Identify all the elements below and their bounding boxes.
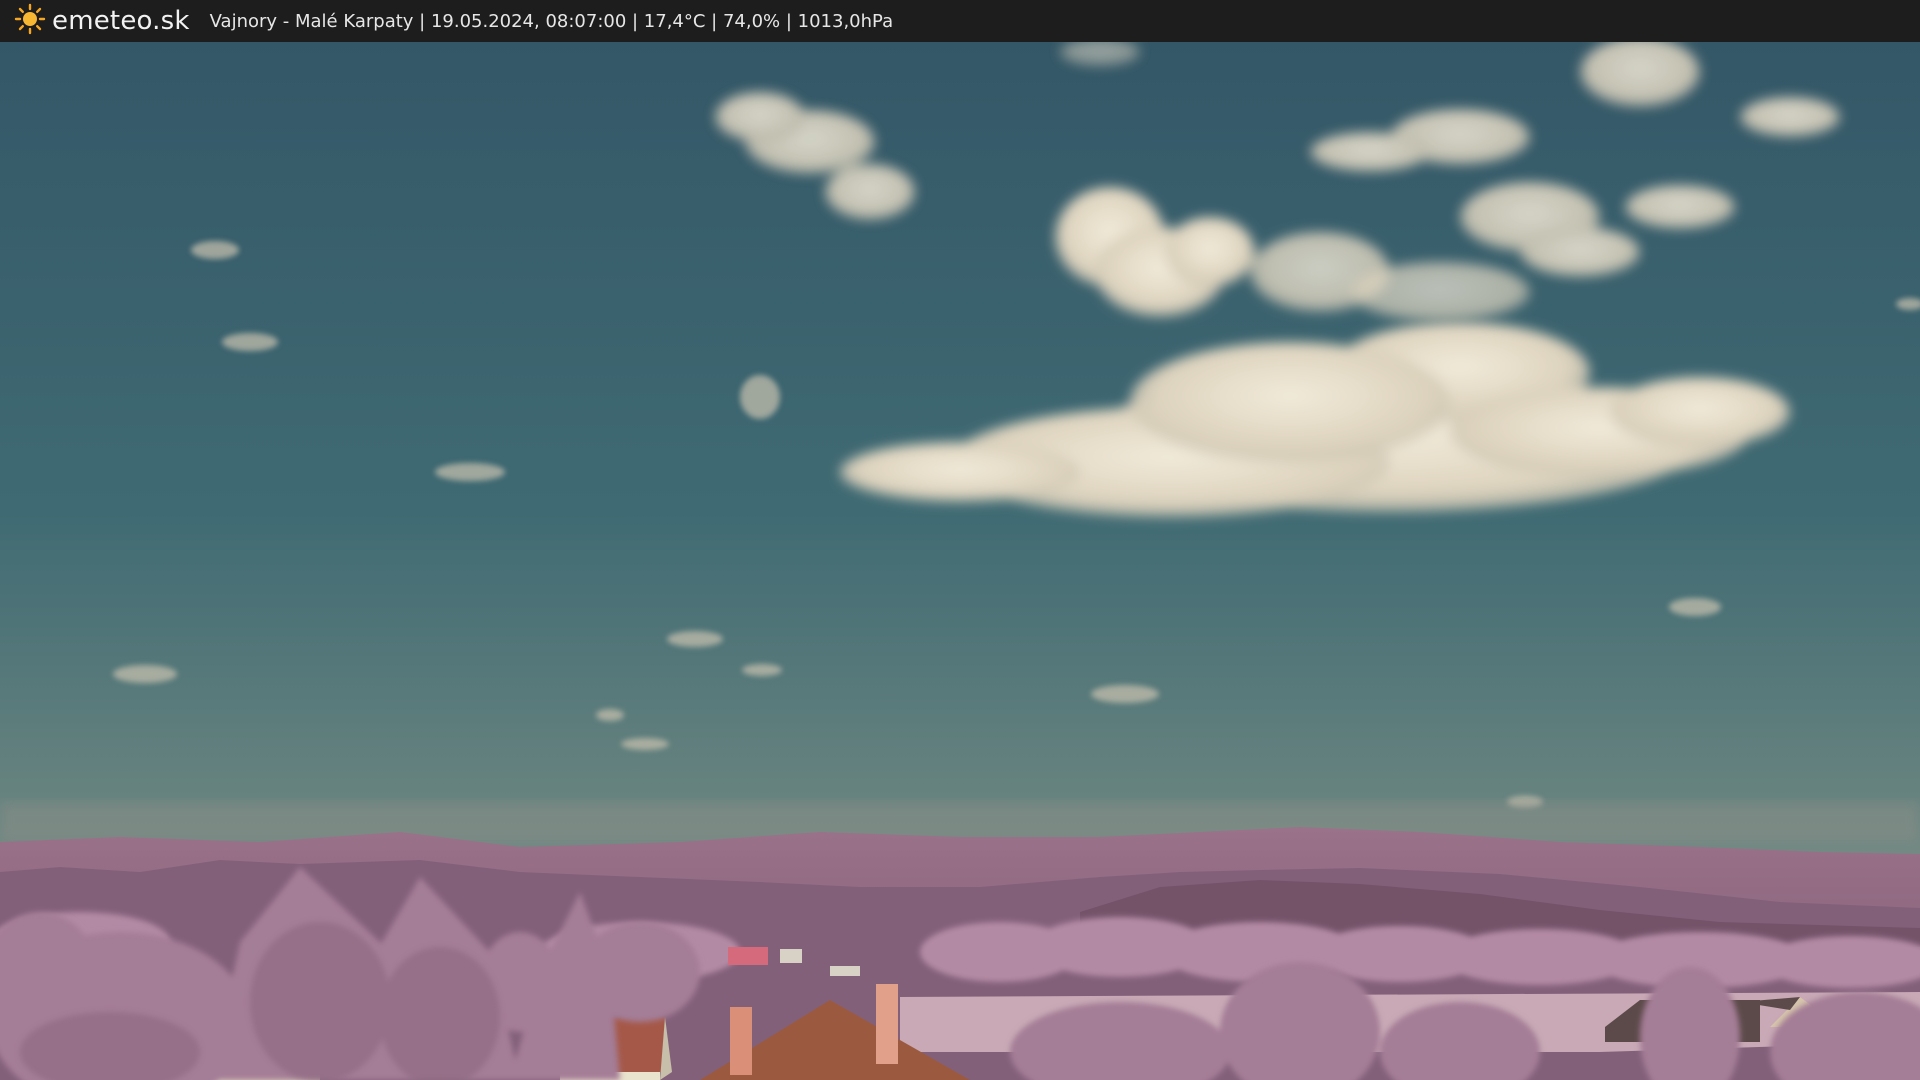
sun-icon <box>14 3 46 39</box>
brand-name: emeteo.sk <box>52 6 190 36</box>
distant-building <box>728 947 768 965</box>
brand-logo[interactable]: emeteo.sk <box>14 3 190 39</box>
webcam-image <box>0 42 1920 1080</box>
caption-bar: emeteo.sk Vajnory - Malé Karpaty | 19.05… <box>0 0 1920 42</box>
webcam-caption: Vajnory - Malé Karpaty | 19.05.2024, 08:… <box>209 10 894 32</box>
